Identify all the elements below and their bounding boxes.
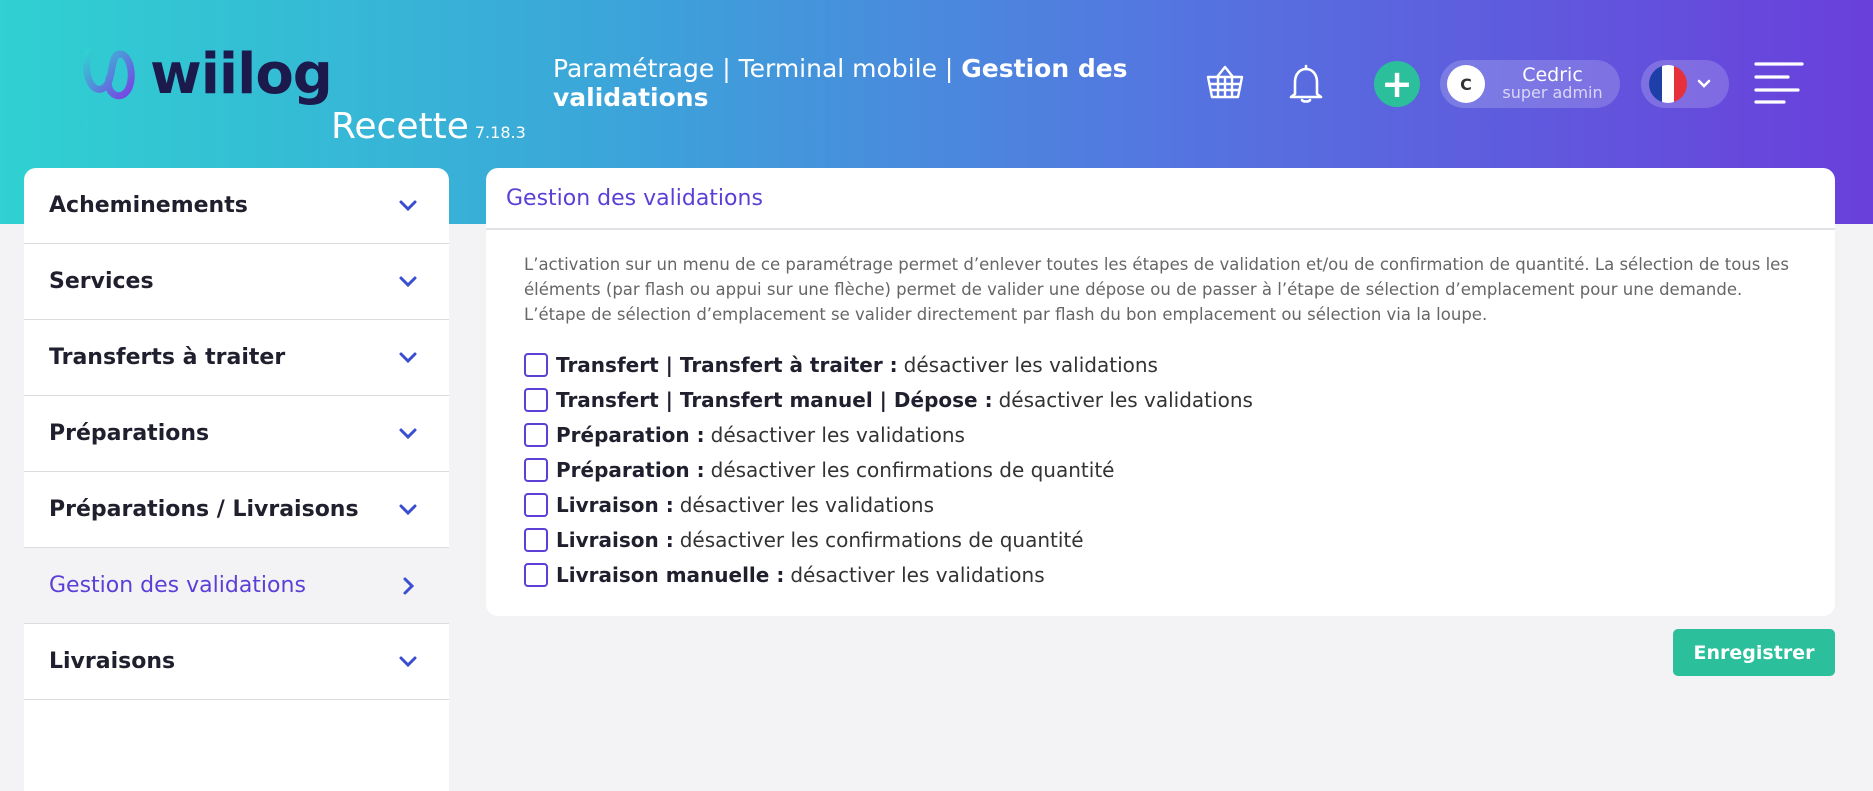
user-name: Cedric [1522,64,1583,86]
sidebar-item-label: Services [49,269,154,294]
option-checkbox[interactable] [524,387,548,412]
language-selector[interactable] [1641,60,1729,108]
sidebar-item-label: Transferts à traiter [49,345,286,370]
sidebar-item-gestion-validations[interactable]: Gestion des validations [24,548,449,624]
option-row: Transfert | Transfert manuel | Dépose : … [524,382,1797,417]
add-button[interactable]: + [1374,61,1420,107]
option-checkbox[interactable] [524,352,548,377]
plus-icon: + [1381,62,1413,106]
option-label-bold: Livraison manuelle : [556,562,785,587]
option-checkbox[interactable] [524,562,548,587]
option-label-bold: Livraison : [556,492,674,517]
sidebar-item-acheminements[interactable]: Acheminements [24,168,449,244]
sidebar-item-transferts[interactable]: Transferts à traiter [24,320,449,396]
environment-name: Recette [331,106,469,147]
flag-fr-icon [1649,65,1687,103]
option-row: Livraison : désactiver les validations [524,487,1797,522]
sidebar-item-label: Préparations [49,421,210,446]
option-row: Transfert | Transfert à traiter : désact… [524,347,1797,382]
option-checkbox[interactable] [524,422,548,447]
option-checkbox[interactable] [524,527,548,552]
option-label-bold: Préparation : [556,422,705,447]
options-list: Transfert | Transfert à traiter : désact… [524,347,1797,592]
breadcrumb: Paramétrage | Terminal mobile | Gestion … [553,54,1153,112]
option-label-bold: Livraison : [556,527,674,552]
menu-icon[interactable] [1754,60,1804,106]
version-label: 7.18.3 [474,123,526,142]
avatar: C [1447,65,1485,103]
app-logo[interactable]: wiilog [80,42,333,107]
sidebar-item-preparations-livraisons[interactable]: Préparations / Livraisons [24,472,449,548]
option-label: désactiver les validations [903,352,1158,377]
bell-icon[interactable] [1287,62,1325,104]
option-label: désactiver les validations [710,422,965,447]
chevron-right-icon [403,577,415,594]
chevron-down-icon [399,200,417,211]
breadcrumb-path: Paramétrage | Terminal mobile | [553,54,962,83]
logo-mark-icon [82,48,135,100]
option-label-bold: Transfert | Transfert manuel | Dépose : [556,387,993,412]
option-row: Préparation : désactiver les confirmatio… [524,452,1797,487]
sidebar-item-label: Gestion des validations [49,573,306,598]
environment-label: Recette 7.18.3 [331,106,526,147]
description-text: L’activation sur un menu de ce paramétra… [524,255,1789,324]
chevron-down-icon [399,352,417,363]
card-title: Gestion des validations [486,168,1835,230]
sidebar-item-label: Livraisons [49,649,176,674]
sidebar-item-preparations[interactable]: Préparations [24,396,449,472]
chevron-down-icon [399,504,417,515]
option-checkbox[interactable] [524,492,548,517]
option-label-bold: Transfert | Transfert à traiter : [556,352,898,377]
chevron-down-icon [1697,79,1711,88]
save-button[interactable]: Enregistrer [1673,629,1835,676]
logo-text: wiilog [150,42,333,107]
option-label: désactiver les confirmations de quantité [679,527,1084,552]
basket-icon[interactable] [1205,64,1245,100]
option-label: désactiver les confirmations de quantité [710,457,1115,482]
chevron-down-icon [399,656,417,667]
user-role: super admin [1502,83,1603,102]
sidebar-item-services[interactable]: Services [24,244,449,320]
settings-sidebar: Acheminements Services Transferts à trai… [24,168,449,791]
option-label-bold: Préparation : [556,457,705,482]
option-label: désactiver les validations [998,387,1253,412]
option-row: Livraison : désactiver les confirmations… [524,522,1797,557]
option-row: Livraison manuelle : désactiver les vali… [524,557,1797,592]
validation-settings-card: Gestion des validations L’activation sur… [486,168,1835,616]
sidebar-item-label: Acheminements [49,193,248,218]
user-menu[interactable]: C Cedric super admin [1440,60,1620,108]
chevron-down-icon [399,428,417,439]
sidebar-item-label: Préparations / Livraisons [49,497,359,522]
option-label: désactiver les validations [790,562,1045,587]
option-checkbox[interactable] [524,457,548,482]
option-label: désactiver les validations [679,492,935,517]
sidebar-item-livraisons[interactable]: Livraisons [24,624,449,700]
option-row: Préparation : désactiver les validations [524,417,1797,452]
chevron-down-icon [399,276,417,287]
